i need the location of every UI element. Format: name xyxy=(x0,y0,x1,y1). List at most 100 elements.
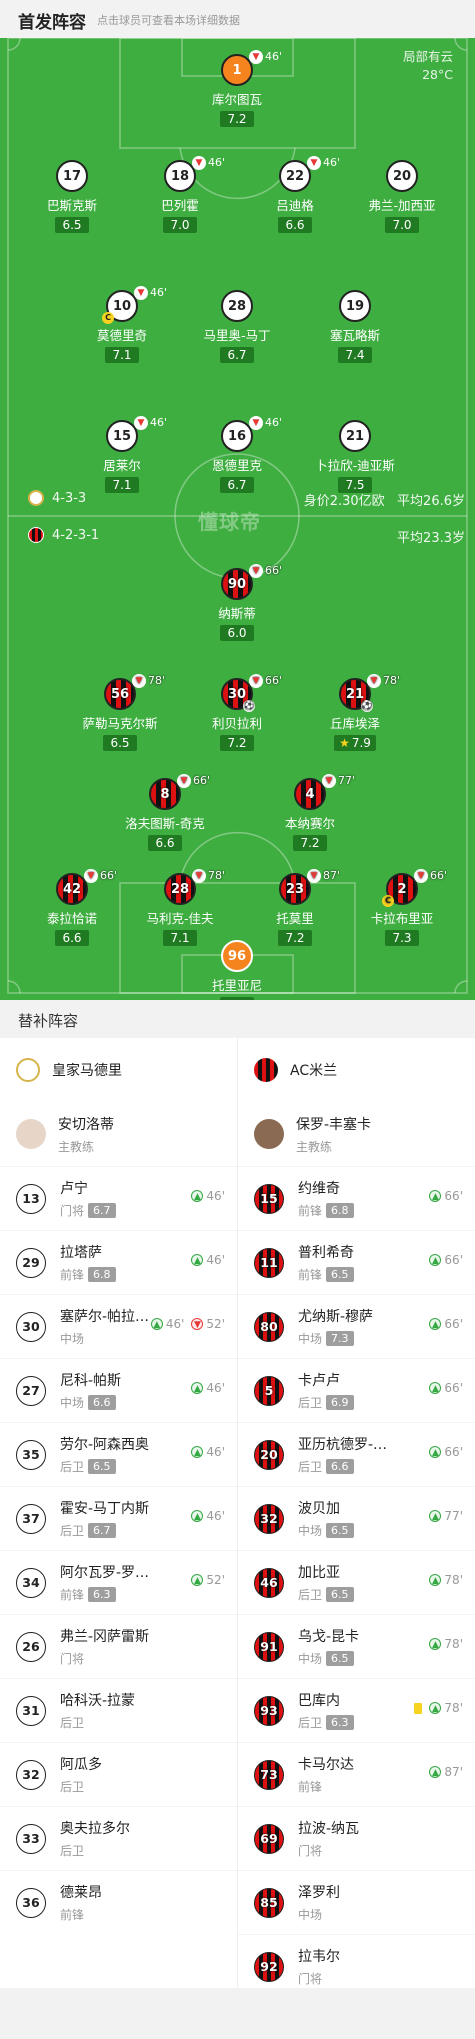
sub-player-row[interactable]: 11 普利希奇 前锋 6.5 ▲ 66' xyxy=(238,1230,475,1294)
sub-shirt-number: 13 xyxy=(16,1183,46,1214)
away-player[interactable]: 4 ▼ 77' 本纳赛尔 7.2 xyxy=(255,774,365,851)
away-subs-column: AC米兰 保罗-丰塞卡 主教练 15 约维奇 前锋 6.8 ▲ 66' 11 普利希奇 前锋 6.… xyxy=(238,1038,475,1998)
away-coach-row[interactable]: 保罗-丰塞卡 主教练 xyxy=(238,1102,475,1166)
player-rating: 7.1 xyxy=(105,477,139,493)
sub-player-position: 中场 xyxy=(298,1652,323,1666)
shirt-number-text: 56 xyxy=(110,687,130,702)
shirt-number: 16 ▼ 46' xyxy=(221,416,282,452)
away-player[interactable]: 28 ▼ 78' 马利克-佳夫 7.1 xyxy=(125,869,235,946)
away-player[interactable]: 56 ▼ 78' 萨勒马克尔斯 6.5 xyxy=(65,674,175,751)
away-player[interactable]: 8 ▼ 66' 洛夫图斯-奇克 6.6 xyxy=(110,774,220,851)
home-team-row[interactable]: 皇家马德里 xyxy=(0,1038,237,1102)
sub-player-meta: 后卫 6.5 xyxy=(60,1458,237,1475)
home-player[interactable]: 17 巴斯克斯 6.5 xyxy=(17,160,127,233)
home-player[interactable]: 10 ▼ 46' C 莫德里奇 7.1 xyxy=(67,286,177,363)
shirt-number-text: 15 xyxy=(112,429,132,444)
shirt-number: 28 xyxy=(221,290,253,322)
sub-player-row[interactable]: 35 劳尔-阿森西奥 后卫 6.5 ▲ 46' xyxy=(0,1422,237,1486)
away-formation-text: 4-2-3-1 xyxy=(52,527,100,543)
sub-player-position: 后卫 xyxy=(298,1460,323,1474)
sub-player-position: 前锋 xyxy=(60,1908,85,1922)
player-rating-value: 7.2 xyxy=(300,836,320,850)
weather-condition: 局部有云 xyxy=(402,49,453,64)
away-player[interactable]: 2 ▼ 66' C 卡拉布里亚 7.3 xyxy=(347,869,457,946)
player-name: 洛夫图斯-奇克 xyxy=(125,816,205,831)
sub-player-row[interactable]: 85 泽罗利 中场 xyxy=(238,1870,475,1934)
shirt-number: 19 xyxy=(339,290,371,322)
player-rating-value: 7.2 xyxy=(227,736,247,750)
sub-player-row[interactable]: 32 阿瓜多 后卫 xyxy=(0,1742,237,1806)
home-player[interactable]: 22 ▼ 46' 吕迪格 6.6 xyxy=(240,156,350,233)
sub-player-name: 奥夫拉多尔 xyxy=(60,1821,130,1837)
sub-player-row[interactable]: 31 哈科沃-拉蒙 后卫 xyxy=(0,1678,237,1742)
home-player[interactable]: 19 塞瓦略斯 7.4 xyxy=(300,290,410,363)
shirt-number: 17 xyxy=(56,160,88,192)
away-team-row[interactable]: AC米兰 xyxy=(238,1038,475,1102)
sub-player-position: 门将 xyxy=(60,1204,85,1218)
player-rating: 6.0 xyxy=(220,625,254,641)
sub-player-info: 弗兰-冈萨雷斯 门将 xyxy=(60,1626,237,1667)
sub-player-position: 后卫 xyxy=(298,1588,323,1602)
sub-shirt-number: 46 xyxy=(254,1567,284,1598)
player-name: 纳斯蒂 xyxy=(218,606,256,621)
sub-player-row[interactable]: 20 亚历杭德罗-… 后卫 6.6 ▲ 66' xyxy=(238,1422,475,1486)
home-player[interactable]: 1 ▼ 46' 库尔图瓦 7.2 xyxy=(182,50,292,127)
away-player[interactable]: 30 ▼ 66' ⚽ 利贝拉利 7.2 xyxy=(182,674,292,751)
sub-shirt-number: 30 xyxy=(16,1311,46,1342)
home-player[interactable]: 28 马里奥-马丁 6.7 xyxy=(182,290,292,363)
home-coach-row[interactable]: 安切洛蒂 主教练 xyxy=(0,1102,237,1166)
player-rating: 6.7 xyxy=(220,347,254,363)
sub-out-icon: ▼ xyxy=(191,1318,204,1330)
sub-player-row[interactable]: 91 乌戈-昆卡 中场 6.5 ▲ 78' xyxy=(238,1614,475,1678)
shirt-number-text: 23 xyxy=(285,882,305,897)
sub-player-row[interactable]: 15 约维奇 前锋 6.8 ▲ 66' xyxy=(238,1166,475,1230)
away-player[interactable]: 23 ▼ 87' 托莫里 7.2 xyxy=(240,869,350,946)
away-player[interactable]: 21 ▼ 78' ⚽ 丘库埃泽 ★ 7.9 xyxy=(300,674,410,751)
sub-player-name: 德莱昂 xyxy=(60,1885,102,1901)
home-team-name: 皇家马德里 xyxy=(52,1063,122,1079)
sub-player-row[interactable]: 37 霍安-马丁内斯 后卫 6.7 ▲ 46' xyxy=(0,1486,237,1550)
sub-player-row[interactable]: 27 尼科-帕斯 中场 6.6 ▲ 46' xyxy=(0,1358,237,1422)
sub-player-meta: 门将 xyxy=(298,1970,475,1987)
sub-player-row[interactable]: 80 尤纳斯-穆萨 中场 7.3 ▲ 66' xyxy=(238,1294,475,1358)
sub-player-position: 前锋 xyxy=(60,1588,85,1602)
sub-player-position: 后卫 xyxy=(60,1716,85,1730)
sub-player-row[interactable]: 46 加比亚 后卫 6.5 ▲ 78' xyxy=(238,1550,475,1614)
sub-out-minute: 66' xyxy=(265,564,283,577)
sub-out-marker: ▼ 46' xyxy=(249,50,282,64)
sub-player-row[interactable]: 93 巴库内 后卫 6.3 ▲ 78' xyxy=(238,1678,475,1742)
sub-in-minute: 66' xyxy=(444,1253,463,1267)
player-rating: 7.2 xyxy=(293,835,327,851)
sub-player-meta: 后卫 6.3 xyxy=(298,1714,475,1731)
sub-out-marker: ▼ 46' xyxy=(249,416,282,430)
shirt-number: 21 ▼ 78' ⚽ xyxy=(339,674,400,712)
home-player[interactable]: 18 ▼ 46' 巴列霍 7.0 xyxy=(125,156,235,233)
sub-player-row[interactable]: 30 塞萨尔-帕拉… 中场 ▲ 46' ▼ 52' xyxy=(0,1294,237,1358)
home-player[interactable]: 15 ▼ 46' 居莱尔 7.1 xyxy=(67,416,177,493)
sub-player-row[interactable]: 73 卡马尔达 前锋 ▲ 87' xyxy=(238,1742,475,1806)
home-player[interactable]: 20 弗兰-加西亚 7.0 xyxy=(347,160,457,233)
sub-player-row[interactable]: 36 德莱昂 前锋 xyxy=(0,1870,237,1934)
home-player[interactable]: 21 卜拉欣-迪亚斯 7.5 xyxy=(300,420,410,493)
player-rating-value: 7.0 xyxy=(170,218,190,232)
sub-player-row[interactable]: 29 拉塔萨 前锋 6.8 ▲ 46' xyxy=(0,1230,237,1294)
home-player[interactable]: 16 ▼ 46' 恩德里克 6.7 xyxy=(182,416,292,493)
sub-player-row[interactable]: 26 弗兰-冈萨雷斯 门将 xyxy=(0,1614,237,1678)
shirt-number-text: 18 xyxy=(170,169,190,184)
shirt-number-text: 21 xyxy=(345,687,365,702)
sub-events: ▲ 46' xyxy=(191,1509,225,1523)
sub-player-row[interactable]: 13 卢宁 门将 6.7 ▲ 46' xyxy=(0,1166,237,1230)
shirt-number: 8 ▼ 66' xyxy=(149,774,210,810)
sub-player-row[interactable]: 32 波贝加 中场 6.5 ▲ 77' xyxy=(238,1486,475,1550)
away-player[interactable]: 90 ▼ 66' 纳斯蒂 6.0 xyxy=(182,564,292,641)
sub-player-row[interactable]: 5 卡卢卢 后卫 6.9 ▲ 66' xyxy=(238,1358,475,1422)
sub-in-icon: ▲ xyxy=(150,1318,163,1330)
player-rating-value: 7.3 xyxy=(392,931,412,945)
away-player[interactable]: 96托里亚尼6.9 xyxy=(182,940,292,1000)
player-rating: 7.3 xyxy=(385,930,419,946)
away-player[interactable]: 42 ▼ 66' 泰拉恰诺 6.6 xyxy=(17,869,127,946)
sub-player-row[interactable]: 33 奥夫拉多尔 后卫 xyxy=(0,1806,237,1870)
sub-shirt-number: 29 xyxy=(16,1247,46,1278)
sub-player-row[interactable]: 34 阿尔瓦罗-罗… 前锋 6.3 ▲ 52' xyxy=(0,1550,237,1614)
sub-player-row[interactable]: 69 拉波-纳瓦 门将 xyxy=(238,1806,475,1870)
